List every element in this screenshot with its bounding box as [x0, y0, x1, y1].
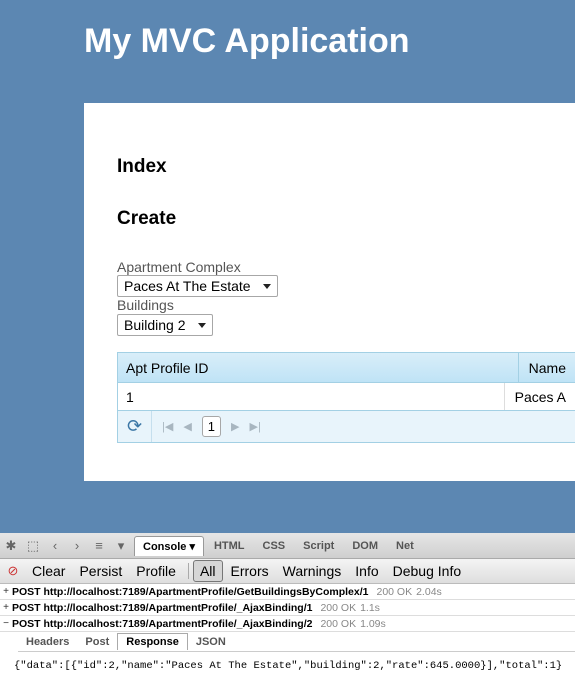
request-time: 2.04s — [416, 585, 442, 598]
index-heading: Index — [117, 156, 167, 177]
create-heading: Create — [117, 208, 177, 229]
menu-icon[interactable]: ≡ — [88, 538, 110, 553]
table-row[interactable]: 1 Paces A — [118, 383, 575, 411]
tab-response[interactable]: Response — [117, 633, 188, 650]
apartment-complex-select[interactable]: Paces At The Estate — [117, 275, 278, 297]
tab-css[interactable]: CSS — [255, 537, 294, 555]
request-row[interactable]: − POST http://localhost:7189/ApartmentPr… — [0, 616, 575, 632]
tab-post[interactable]: Post — [77, 634, 117, 650]
last-page-icon[interactable]: ▶| — [250, 420, 261, 433]
buildings-label: Buildings — [117, 297, 174, 313]
request-row[interactable]: + POST http://localhost:7189/ApartmentPr… — [0, 584, 575, 600]
request-time: 1.09s — [360, 617, 386, 630]
tab-dom[interactable]: DOM — [344, 537, 386, 555]
request-time: 1.1s — [360, 601, 380, 614]
dropdown-icon[interactable]: ▾ — [110, 538, 132, 554]
tab-headers[interactable]: Headers — [18, 634, 77, 650]
main-content: Index Create Apartment Complex Paces At … — [84, 103, 575, 481]
apartment-complex-value: Paces At The Estate — [124, 278, 251, 294]
expand-icon[interactable]: + — [0, 586, 12, 597]
filter-errors-button[interactable]: Errors — [225, 561, 275, 581]
grid-pager: ⟳ |◀ ◀ 1 ▶ ▶| — [118, 411, 575, 442]
forward-icon[interactable]: › — [66, 538, 88, 553]
site-title: My MVC Application — [84, 22, 410, 60]
request-url: POST http://localhost:7189/ApartmentProf… — [12, 601, 313, 614]
grid-header: Apt Profile ID Name — [118, 353, 575, 383]
clear-console-icon[interactable]: ⊘ — [0, 563, 26, 579]
divider — [187, 563, 189, 579]
tab-console[interactable]: Console ▾ — [134, 535, 204, 556]
profile-button[interactable]: Profile — [130, 561, 182, 581]
buildings-value: Building 2 — [124, 317, 186, 333]
response-body: {"data":[{"id":2,"name":"Paces At The Es… — [14, 660, 563, 672]
tab-json[interactable]: JSON — [188, 634, 234, 650]
filter-info-button[interactable]: Info — [349, 561, 384, 581]
refresh-icon[interactable]: ⟳ — [118, 411, 152, 442]
request-detail-tabs: Headers Post Response JSON — [18, 632, 575, 652]
request-status: 200 OK — [320, 617, 357, 630]
request-url: POST http://localhost:7189/ApartmentProf… — [12, 617, 313, 630]
tab-net[interactable]: Net — [388, 537, 422, 555]
console-toolbar: ⊘ Clear Persist Profile All Errors Warni… — [0, 559, 575, 584]
cell-apt-profile-id: 1 — [118, 383, 505, 410]
filter-warnings-button[interactable]: Warnings — [277, 561, 348, 581]
current-page[interactable]: 1 — [201, 416, 222, 437]
apartment-complex-label: Apartment Complex — [117, 259, 241, 275]
request-url: POST http://localhost:7189/ApartmentProf… — [12, 585, 369, 598]
buildings-select[interactable]: Building 2 — [117, 314, 213, 336]
chevron-down-icon — [197, 322, 206, 328]
firebug-panel: ✱ ⬚ ‹ › ≡ ▾ Console ▾ HTML CSS Script DO… — [0, 533, 575, 682]
request-status: 200 OK — [320, 601, 357, 614]
chevron-down-icon — [262, 283, 271, 289]
inspect-icon[interactable]: ⬚ — [22, 538, 44, 554]
next-page-icon[interactable]: ▶ — [231, 420, 239, 433]
filter-all-button[interactable]: All — [192, 560, 223, 582]
cell-name: Paces A — [514, 389, 566, 405]
firebug-icon[interactable]: ✱ — [0, 538, 22, 554]
tab-script[interactable]: Script — [295, 537, 342, 555]
persist-button[interactable]: Persist — [73, 561, 128, 581]
request-status: 200 OK — [376, 585, 413, 598]
tab-html[interactable]: HTML — [206, 537, 253, 555]
firebug-tab-bar: ✱ ⬚ ‹ › ≡ ▾ Console ▾ HTML CSS Script DO… — [0, 533, 575, 559]
expand-icon[interactable]: + — [0, 602, 12, 613]
apt-profile-grid: Apt Profile ID Name 1 Paces A ⟳ |◀ ◀ 1 ▶… — [117, 352, 575, 443]
first-page-icon[interactable]: |◀ — [162, 420, 173, 433]
column-header-name[interactable]: Name — [519, 353, 575, 382]
filter-debug-info-button[interactable]: Debug Info — [387, 561, 468, 581]
prev-page-icon[interactable]: ◀ — [183, 420, 191, 433]
column-header-apt-profile-id[interactable]: Apt Profile ID — [118, 353, 519, 382]
clear-button[interactable]: Clear — [26, 561, 71, 581]
back-icon[interactable]: ‹ — [44, 538, 66, 553]
request-row[interactable]: + POST http://localhost:7189/ApartmentPr… — [0, 600, 575, 616]
collapse-icon[interactable]: − — [0, 618, 12, 629]
